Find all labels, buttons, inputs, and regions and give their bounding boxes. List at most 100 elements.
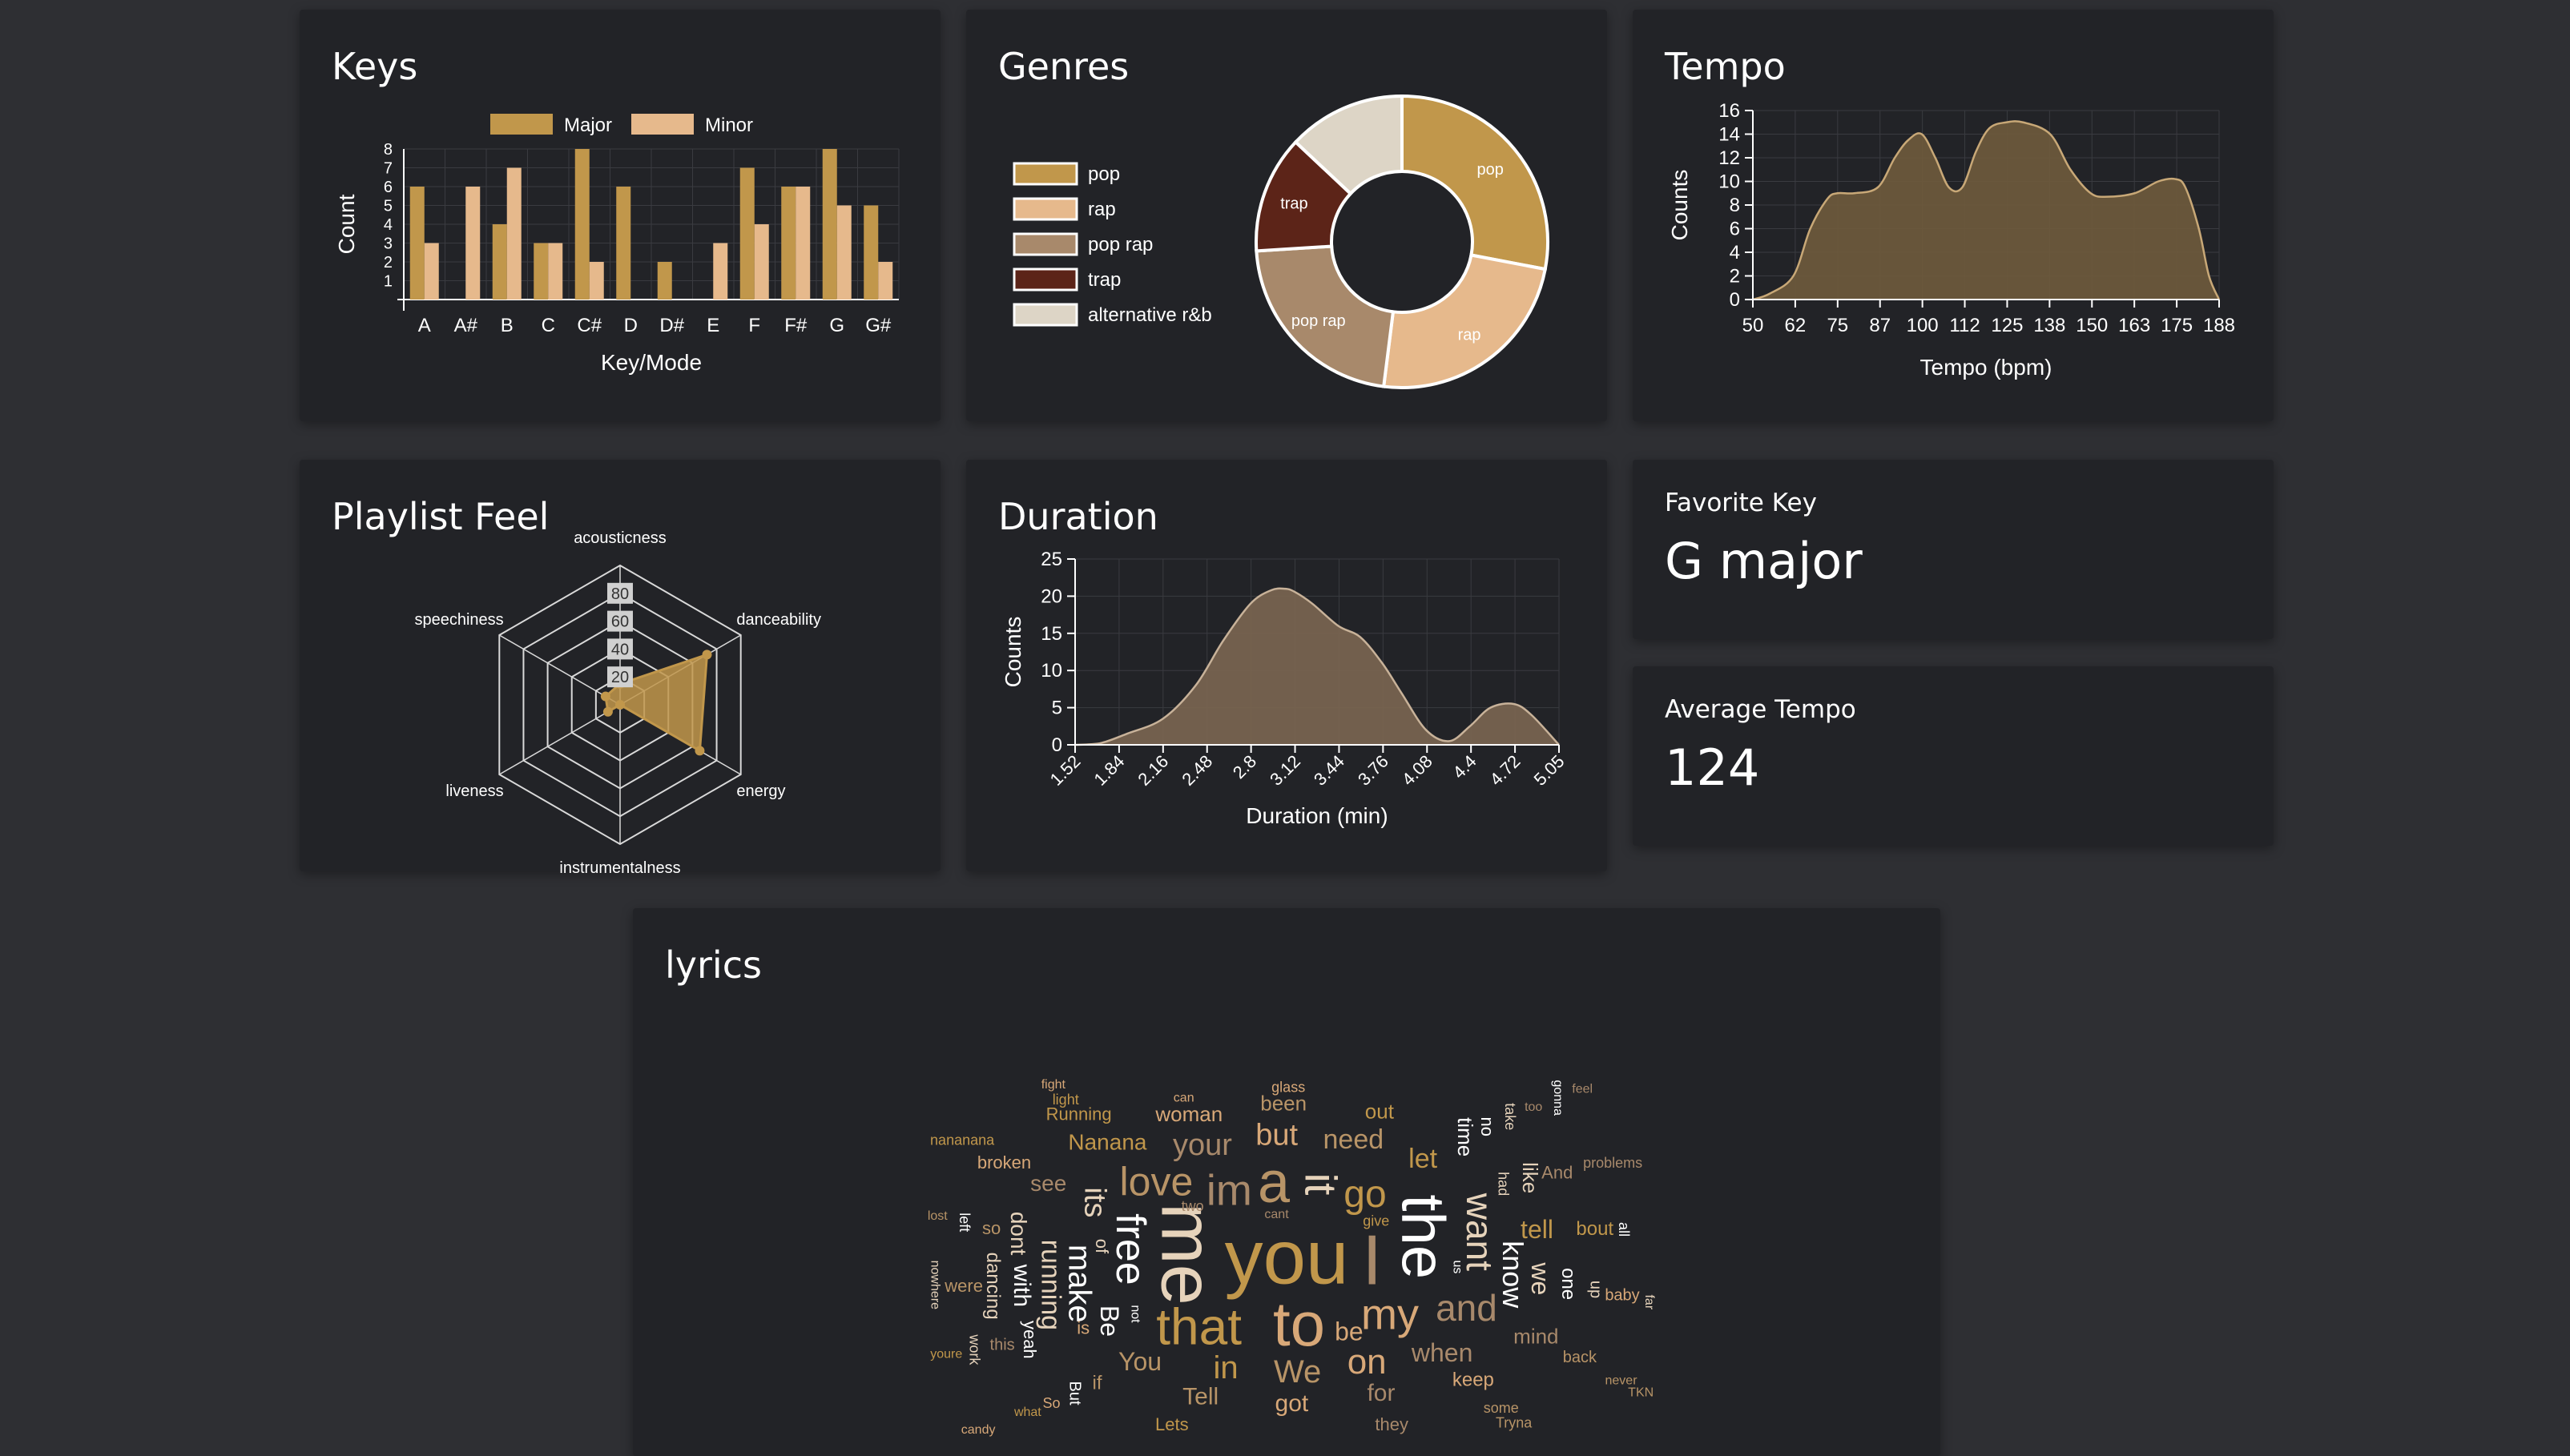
lyrics-word: can [1174, 1092, 1194, 1105]
lyrics-word: one [1557, 1268, 1579, 1300]
lyrics-word: take [1502, 1103, 1518, 1130]
lyrics-word: on [1347, 1342, 1387, 1382]
lyrics-word: so [982, 1218, 1001, 1238]
lyrics-word: light [1053, 1092, 1079, 1108]
genres-slice-label: pop [1476, 161, 1503, 179]
feel-chart: 20 40 60 80 acousticness danceability energy in… [414, 529, 820, 877]
feel-axis-label: energy [736, 782, 785, 800]
tempo-y-tick-label: 2 [1730, 266, 1740, 288]
duration-x-tick-label: 2.48 [1178, 751, 1216, 790]
tempo-x-tick-label: 87 [1869, 315, 1891, 336]
keys-x-tick-label: E [707, 315, 719, 336]
lyrics-word: for [1367, 1380, 1395, 1406]
lyrics-word: up [1586, 1281, 1604, 1298]
duration-x-tick-label: 5.05 [1530, 751, 1569, 790]
keys-bar-major [409, 187, 425, 300]
keys-y-tick-label: 6 [384, 179, 393, 196]
lyrics-word: You [1118, 1347, 1162, 1376]
genres-legend-label: trap [1088, 269, 1121, 291]
duration-card: Duration 0 5 10 15 20 25 1.52 1.84 2.16 2.48 2.8 3.… [966, 460, 1607, 871]
tempo-y-tick-label: 12 [1718, 147, 1740, 169]
lyrics-word: TKN [1628, 1386, 1654, 1399]
duration-y-tick-label: 20 [1041, 585, 1062, 607]
lyrics-word: know [1496, 1241, 1529, 1309]
lyrics-word: had [1495, 1172, 1511, 1196]
genres-slice-label: rap [1458, 327, 1481, 344]
genres-legend-swatch [1013, 232, 1078, 256]
lyrics-word: And [1541, 1162, 1573, 1182]
lyrics-word: but [1255, 1118, 1298, 1152]
keys-x-tick-label: A# [454, 315, 478, 336]
keys-bar-major [657, 262, 672, 300]
keys-bar-minor [589, 262, 604, 300]
lyrics-word: dont [1006, 1212, 1031, 1256]
lyrics-word: need [1323, 1124, 1384, 1155]
lyrics-word: out [1365, 1099, 1395, 1123]
keys-x-tick-label: C# [577, 315, 602, 336]
feel-grid-spoke [498, 704, 621, 775]
lyrics-word: like [1518, 1162, 1542, 1193]
lyrics-word: is [1077, 1317, 1090, 1337]
keys-legend-label: Minor [705, 115, 753, 136]
lyrics-word: all [1616, 1222, 1632, 1237]
lyrics-word: cant [1264, 1208, 1289, 1221]
lyrics-word: running [1035, 1240, 1065, 1330]
keys-bar-major [574, 149, 590, 300]
keys-x-tick-label: F# [784, 315, 808, 336]
keys-x-axis-title: Key/Mode [601, 350, 702, 375]
genres-slice-label: pop rap [1291, 312, 1346, 330]
keys-bar-major [616, 187, 631, 300]
tempo-y-tick-label: 6 [1730, 219, 1740, 240]
lyrics-word: let [1408, 1144, 1437, 1174]
lyrics-word: make [1061, 1245, 1097, 1323]
lyrics-word: im [1206, 1167, 1252, 1215]
lyrics-word: mind [1513, 1325, 1558, 1349]
lyrics-word: if [1092, 1372, 1102, 1394]
average-tempo-card: Average Tempo 124 [1633, 666, 2274, 846]
tempo-x-tick-label: 163 [2118, 315, 2150, 336]
keys-bar-major [864, 205, 879, 300]
keys-bar-major [492, 224, 507, 300]
keys-bar-minor [878, 262, 893, 300]
lyrics-word: Lets [1155, 1414, 1189, 1434]
lyrics-word: time [1453, 1117, 1477, 1156]
duration-y-tick-label: 5 [1052, 698, 1062, 719]
genres-legend-label: rap [1088, 199, 1116, 220]
keys-bar-major [534, 243, 549, 300]
tempo-x-tick-label: 125 [1991, 315, 2023, 336]
feel-data-point [615, 700, 625, 710]
keys-bar-minor [465, 187, 481, 300]
tempo-card: Tempo 0 2 4 6 8 10 12 14 16 50 62 75 87 100 112 125 138 1… [1633, 10, 2274, 421]
lyrics-word: candy [961, 1423, 996, 1437]
duration-y-tick-label: 25 [1041, 549, 1062, 570]
duration-x-tick-label: 4.4 [1448, 751, 1480, 782]
keys-bar-minor [836, 205, 852, 300]
keys-bar-major [822, 149, 837, 300]
lyrics-word: us [1450, 1261, 1464, 1274]
tempo-x-tick-label: 188 [2203, 315, 2235, 336]
genres-legend-label: pop rap [1088, 234, 1153, 255]
duration-y-tick-label: 15 [1041, 623, 1062, 645]
lyrics-word: we [1526, 1261, 1555, 1295]
keys-y-tick-label: 1 [384, 273, 393, 291]
duration-x-tick-label: 2.8 [1229, 751, 1260, 782]
lyrics-word: yeah [1020, 1321, 1040, 1359]
keys-bar-major [739, 167, 755, 300]
feel-r-tick-label: 80 [611, 585, 629, 603]
tempo-area [1753, 121, 2219, 300]
tempo-x-tick-label: 112 [1949, 315, 1980, 336]
lyrics-word: some [1484, 1400, 1519, 1416]
keys-x-tick-label: C [542, 315, 555, 336]
keys-x-tick-label: D# [659, 315, 684, 336]
keys-y-tick-label: 2 [384, 254, 393, 271]
lyrics-word: to [1273, 1289, 1325, 1359]
duration-x-tick-label: 4.08 [1398, 751, 1436, 790]
favorite-key-label: Favorite Key [1665, 489, 1817, 517]
feel-data-point [602, 706, 613, 717]
lyrics-word: So [1043, 1395, 1061, 1411]
favorite-key-value: G major [1665, 532, 1863, 590]
keys-y-tick-label: 3 [384, 235, 393, 253]
keys-bar-minor [796, 187, 811, 300]
lyrics-word: see [1030, 1171, 1066, 1196]
tempo-x-tick-label: 75 [1827, 315, 1848, 336]
